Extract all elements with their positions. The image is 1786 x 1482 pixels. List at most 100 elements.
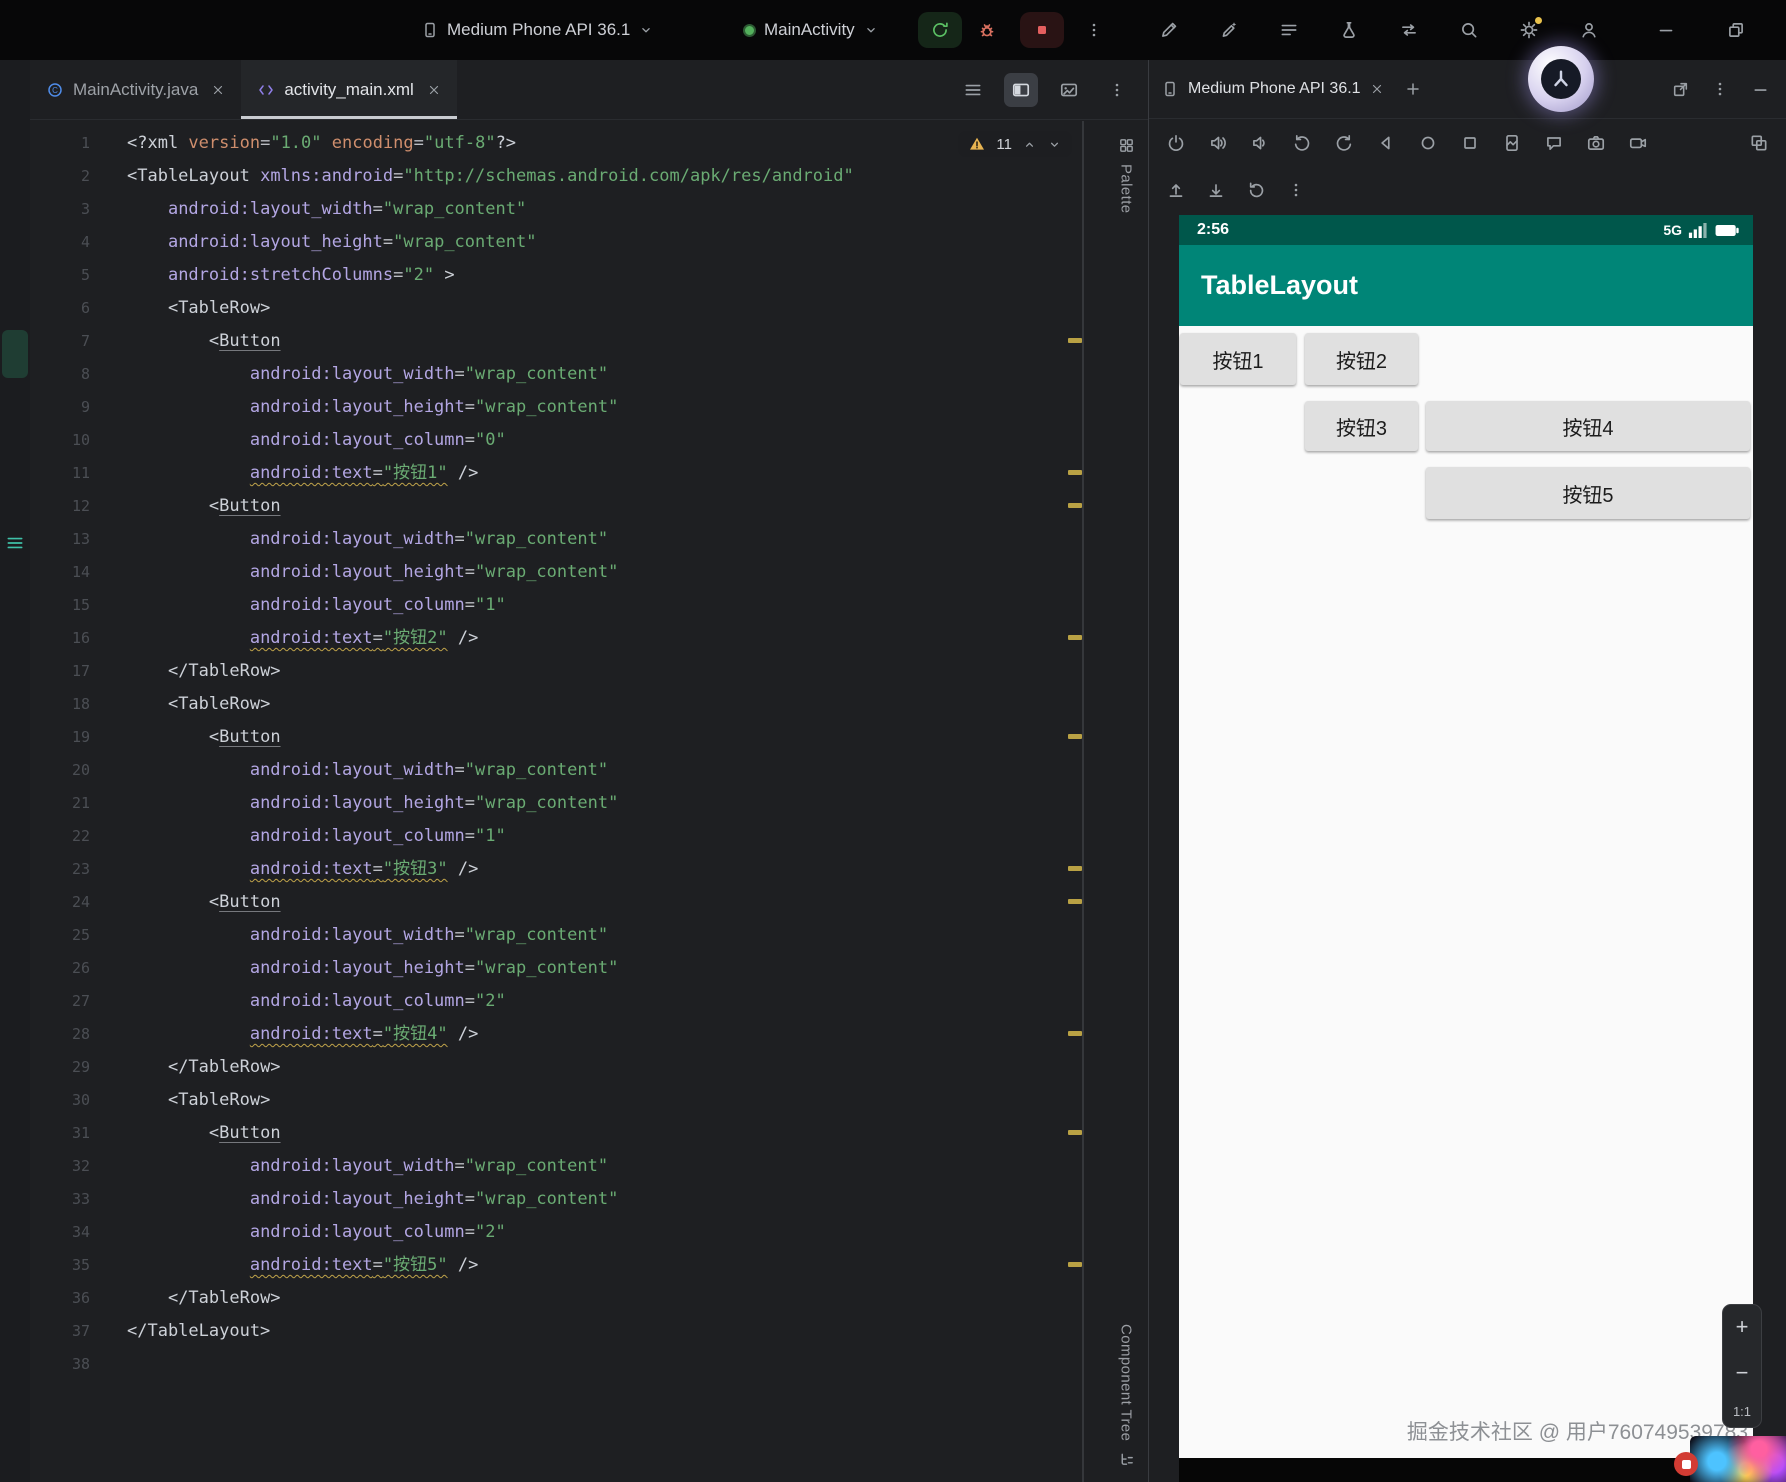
code-line[interactable]: 16 android:text="按钮2" /> [30,622,1148,655]
warning-stripe-mark[interactable] [1068,470,1082,475]
tab-options-button[interactable] [1100,73,1134,107]
code-line[interactable]: 18 <TableRow> [30,688,1148,721]
code-line[interactable]: 14 android:layout_height="wrap_content" [30,556,1148,589]
next-warning-chevron-down-icon[interactable] [1047,137,1062,152]
code-line[interactable]: 15 android:layout_column="1" [30,589,1148,622]
code-line[interactable]: 25 android:layout_width="wrap_content" [30,919,1148,952]
reset-button[interactable] [1245,179,1267,201]
ai-assistant-button[interactable] [1218,19,1240,41]
notifications-button[interactable] [1543,132,1565,154]
code-line[interactable]: 19 <Button [30,721,1148,754]
code-line[interactable]: 22 android:layout_column="1" [30,820,1148,853]
code-line[interactable]: 20 android:layout_width="wrap_content" [30,754,1148,787]
emulator-button-2[interactable]: 按钮2 [1305,333,1418,385]
code-line[interactable]: 32 android:layout_width="wrap_content" [30,1150,1148,1183]
hide-panel-button[interactable] [1746,75,1774,103]
zoom-in-button[interactable]: + [1728,1313,1756,1341]
code-line[interactable]: 4 android:layout_height="wrap_content" [30,226,1148,259]
download-button[interactable] [1205,179,1227,201]
code-line[interactable]: 24 <Button [30,886,1148,919]
code-line[interactable]: 37 </TableLayout> [30,1315,1148,1348]
emulator-button-3[interactable]: 按钮3 [1305,401,1418,451]
code-line[interactable]: 21 android:layout_height="wrap_content" [30,787,1148,820]
code-line[interactable]: 17 </TableRow> [30,655,1148,688]
code-line[interactable]: 12 <Button [30,490,1148,523]
code-line[interactable]: 3 android:layout_width="wrap_content" [30,193,1148,226]
warning-stripe-mark[interactable] [1068,338,1082,343]
profiler-button[interactable] [1338,19,1360,41]
code-line[interactable]: 11 android:text="按钮1" /> [30,457,1148,490]
code-line[interactable]: 35 android:text="按钮5" /> [30,1249,1148,1282]
code-line[interactable]: 27 android:layout_column="2" [30,985,1148,1018]
tab-activity-main-xml[interactable]: activity_main.xml [241,60,458,119]
code-editor[interactable]: 1 <?xml version="1.0" encoding="utf-8"?> 2… [30,121,1148,1482]
warning-stripe-mark[interactable] [1068,1130,1082,1135]
close-tab-button[interactable] [427,83,441,97]
warning-stripe-mark[interactable] [1068,899,1082,904]
code-line[interactable]: 34 android:layout_column="2" [30,1216,1148,1249]
panel-options-button[interactable] [1706,75,1734,103]
overview-button[interactable] [1459,132,1481,154]
code-line[interactable]: 13 android:layout_width="wrap_content" [30,523,1148,556]
profile-button[interactable] [1578,19,1600,41]
code-line[interactable]: 23 android:text="按钮3" /> [30,853,1148,886]
back-button[interactable] [1375,132,1397,154]
code-line[interactable]: 9 android:layout_height="wrap_content" [30,391,1148,424]
screenshot-button[interactable] [1501,132,1523,154]
inspections-widget[interactable]: 11 [958,131,1072,157]
editor-scrollbar[interactable] [1082,121,1084,1482]
code-mode-button[interactable] [956,73,990,107]
todo-list-button[interactable] [1278,19,1300,41]
code-line[interactable]: 31 <Button [30,1117,1148,1150]
rotate-left-button[interactable] [1291,132,1313,154]
record-screen-button[interactable] [1627,132,1649,154]
code-line[interactable]: 10 android:layout_column="0" [30,424,1148,457]
code-line[interactable]: 30 <TableRow> [30,1084,1148,1117]
emulator-button-4[interactable]: 按钮4 [1426,401,1750,451]
restore-window-button[interactable] [1718,13,1754,47]
open-in-window-button[interactable] [1666,75,1694,103]
code-line[interactable]: 5 android:stretchColumns="2" > [30,259,1148,292]
device-mirror-button[interactable] [1748,132,1770,154]
palette-stripe-button[interactable]: Palette [1104,137,1148,214]
code-line[interactable]: 38 [30,1348,1148,1381]
component-tree-stripe-button[interactable]: Component Tree [1104,1324,1148,1468]
code-line[interactable]: 2 <TableLayout xmlns:android="http://sche… [30,160,1148,193]
emulator-button-5[interactable]: 按钮5 [1426,467,1750,519]
user-avatar[interactable] [1528,46,1594,112]
zoom-out-button[interactable]: − [1728,1359,1756,1387]
code-line[interactable]: 28 android:text="按钮4" /> [30,1018,1148,1051]
upload-button[interactable] [1165,179,1187,201]
left-stripe-active-tool[interactable] [2,330,28,378]
volume-up-button[interactable] [1207,132,1229,154]
warning-stripe-mark[interactable] [1068,1031,1082,1036]
stop-button[interactable] [1020,12,1064,48]
tab-mainactivity-java[interactable]: C MainActivity.java [30,60,241,119]
warning-stripe-mark[interactable] [1068,1262,1082,1267]
volume-down-button[interactable] [1249,132,1271,154]
add-device-tab-button[interactable] [1396,72,1430,106]
power-button[interactable] [1165,132,1187,154]
run-config-selector[interactable]: MainActivity [737,13,885,47]
split-mode-button[interactable] [1004,72,1038,107]
code-line[interactable]: 8 android:layout_width="wrap_content" [30,358,1148,391]
design-mode-button[interactable] [1052,73,1086,107]
debug-button[interactable] [969,13,1005,47]
toolbar-more-button[interactable] [1285,179,1307,201]
close-tab-button[interactable] [211,83,225,97]
code-line[interactable]: 26 android:layout_height="wrap_content" [30,952,1148,985]
settings-button[interactable] [1518,17,1542,41]
edit-tool-button[interactable] [1158,19,1180,41]
warning-stripe-mark[interactable] [1068,866,1082,871]
emulator-button-1[interactable]: 按钮1 [1180,333,1296,385]
device-panel-tab[interactable]: Medium Phone API 36.1 [1149,60,1396,118]
warning-stripe-mark[interactable] [1068,734,1082,739]
device-selector[interactable]: Medium Phone API 36.1 [415,13,660,47]
rotate-right-button[interactable] [1333,132,1355,154]
minimize-button[interactable] [1648,13,1684,47]
code-line[interactable]: 6 <TableRow> [30,292,1148,325]
warning-stripe-mark[interactable] [1068,503,1082,508]
search-button[interactable] [1458,19,1480,41]
left-stripe-tool-button[interactable] [4,524,26,562]
camera-button[interactable] [1585,132,1607,154]
